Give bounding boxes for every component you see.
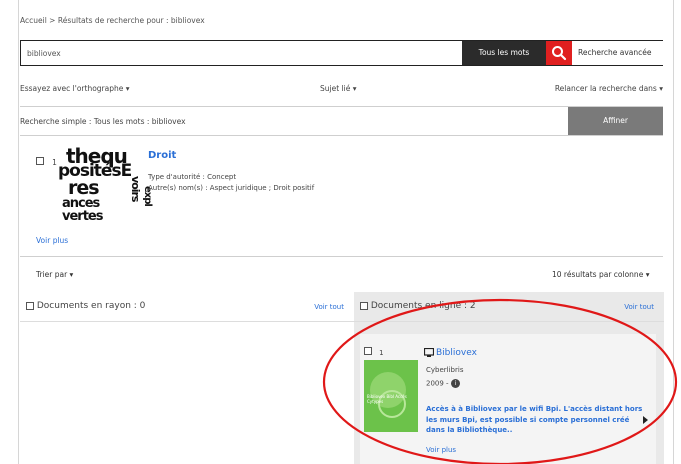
checkbox-icon[interactable]: [360, 301, 368, 310]
simple-search-text: Recherche simple : Tous les mots : bibli…: [20, 117, 186, 126]
year-text: 2009 -: [426, 379, 449, 388]
next-arrow-icon[interactable]: [643, 416, 648, 424]
document-more-link[interactable]: Voir plus: [426, 446, 456, 454]
thumb-word: voirs: [129, 176, 142, 202]
search-icon: [552, 46, 567, 61]
result-other-names: Autre(s) nom(s) : Aspect juridique ; Dro…: [148, 184, 315, 192]
search-input[interactable]: [27, 46, 427, 60]
column-header: Documents en ligne : 2 Voir tout: [354, 292, 664, 322]
see-all-link[interactable]: Voir tout: [314, 303, 344, 311]
breadcrumb-separator: >: [49, 16, 56, 25]
column-title: Documents en rayon : 0: [36, 301, 146, 311]
breadcrumb-home[interactable]: Accueil: [20, 16, 47, 25]
result-title-link[interactable]: Droit: [148, 150, 176, 161]
column-label: Documents en rayon : 0: [26, 301, 145, 311]
checkbox-icon[interactable]: [26, 301, 34, 310]
document-thumbnail[interactable]: Bibliovex Bibl Accès Cytypes: [364, 360, 418, 432]
computer-monitor-icon: [424, 348, 434, 357]
results-per-column-dropdown[interactable]: 10 résultats par colonne ▾: [552, 270, 649, 279]
document-title-link[interactable]: Bibliovex: [436, 348, 477, 358]
result-thumbnail[interactable]: thequ positésE res ances vertes voirs ex…: [58, 146, 158, 230]
result-authority-card: thequ positésE res ances vertes voirs ex…: [36, 146, 636, 236]
result-more-link[interactable]: Voir plus: [36, 236, 68, 245]
divider: [20, 256, 663, 257]
sort-dropdown[interactable]: Trier par ▾: [36, 270, 73, 279]
result-checkbox[interactable]: 1: [364, 340, 384, 359]
column-shelf-documents: Documents en rayon : 0 Voir tout: [20, 292, 354, 464]
column-title: Documents en ligne : 2: [370, 301, 476, 311]
search-options-row: Essayez avec l'orthographe ▾ Sujet lié ▾…: [20, 78, 663, 98]
column-label: Documents en ligne : 2: [360, 301, 476, 311]
result-index: 1: [379, 349, 384, 357]
column-online-documents: Documents en ligne : 2 Voir tout 1 Bibli…: [354, 292, 664, 464]
result-authority-type: Type d'autorité : Concept: [148, 173, 237, 181]
see-all-link[interactable]: Voir tout: [624, 303, 654, 311]
breadcrumb: Accueil > Résultats de recherche pour : …: [20, 16, 205, 25]
document-year: 2009 - i: [426, 379, 460, 388]
advanced-search-link[interactable]: Recherche avancée: [572, 41, 663, 65]
search-bar: Tous les mots Recherche avancée: [20, 40, 663, 66]
document-publisher: Cyberlibris: [426, 366, 464, 374]
checkbox-icon[interactable]: [364, 346, 372, 355]
column-header: Documents en rayon : 0 Voir tout: [20, 292, 354, 322]
online-document-card: 1 Bibliovex Bibl Accès Cytypes Bibliovex…: [360, 334, 656, 464]
relaunch-search-dropdown[interactable]: Relancer la recherche dans ▾: [555, 84, 663, 93]
search-mode-select[interactable]: Tous les mots: [462, 41, 546, 65]
related-subject-dropdown[interactable]: Sujet lié ▾: [320, 84, 356, 93]
spelling-suggestion-dropdown[interactable]: Essayez avec l'orthographe ▾: [20, 84, 130, 93]
thumb-label: Bibliovex Bibl Accès Cytypes: [367, 394, 407, 405]
info-icon[interactable]: i: [450, 379, 460, 388]
document-description: Accès à à Bibliovex par le wifi Bpi. L'a…: [426, 405, 643, 434]
simple-search-summary: Recherche simple : Tous les mots : bibli…: [20, 106, 663, 136]
thumb-word: vertes: [62, 209, 103, 224]
breadcrumb-current: Résultats de recherche pour : bibliovex: [57, 16, 205, 25]
refine-button[interactable]: Affiner: [568, 107, 663, 135]
search-button[interactable]: [546, 41, 572, 65]
